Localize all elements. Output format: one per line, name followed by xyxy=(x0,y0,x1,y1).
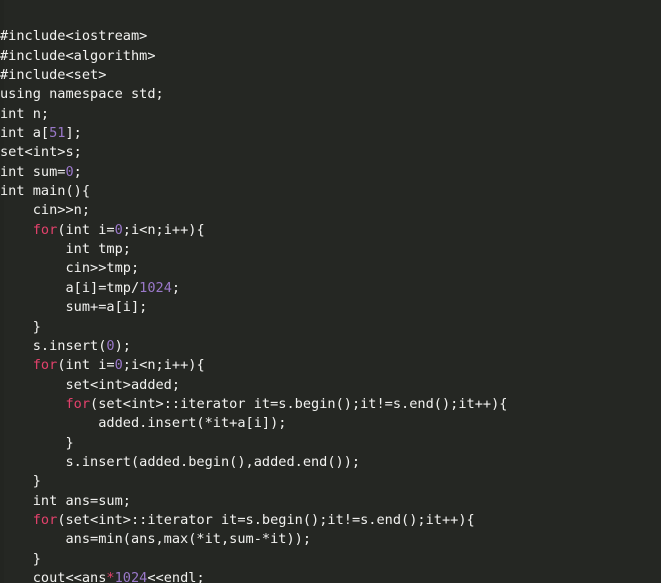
code-token-plain: (int i= xyxy=(57,221,115,238)
code-line: cin>>n; xyxy=(0,201,661,220)
code-content[interactable]: #include<iostream> #include<algorithm> #in… xyxy=(0,9,661,583)
code-token-plain: cin>>n; xyxy=(0,202,91,219)
code-token-number: 1024 xyxy=(114,569,148,583)
code-token-plain: } xyxy=(0,473,41,490)
code-token-plain: (set<int>::iterator it=s.begin();it!=s.e… xyxy=(90,395,508,412)
code-line: #include<set> xyxy=(0,66,661,85)
code-token-plain: #include<iostream> xyxy=(0,28,148,45)
code-token-keyword: for xyxy=(32,221,58,238)
code-token-plain: (set<int>::iterator it=s.begin();it!=s.e… xyxy=(57,511,475,528)
code-token-plain: #include<set> xyxy=(0,67,107,84)
code-token-plain: added.insert(*it+a[i]); xyxy=(0,415,287,432)
code-line: int n; xyxy=(0,105,661,124)
code-line: int main(){ xyxy=(0,182,661,201)
code-token-plain: int n; xyxy=(0,105,50,122)
code-line: sum+=a[i]; xyxy=(0,298,661,317)
code-token-plain: int main(){ xyxy=(0,183,91,200)
code-line: } xyxy=(0,472,661,491)
code-line: } xyxy=(0,434,661,453)
code-token-plain: s.insert( xyxy=(0,337,107,354)
code-token-plain: <<endl; xyxy=(147,569,205,583)
code-line: s.insert(0); xyxy=(0,337,661,356)
code-token-plain: using namespace std; xyxy=(0,86,164,103)
code-line: #include<iostream> xyxy=(0,27,661,46)
code-token-number: 51 xyxy=(49,125,66,142)
code-line: a[i]=tmp/1024; xyxy=(0,279,661,298)
code-token-plain: int ans=sum; xyxy=(0,492,131,509)
code-token-plain: (int i= xyxy=(57,357,115,374)
code-token-plain: int sum= xyxy=(0,163,66,180)
code-line: added.insert(*it+a[i]); xyxy=(0,414,661,433)
code-line: for(int i=0;i<n;i++){ xyxy=(0,221,661,240)
code-line: for(set<int>::iterator it=s.begin();it!=… xyxy=(0,511,661,530)
code-line: ans=min(ans,max(*it,sum-*it)); xyxy=(0,530,661,549)
code-line: for(set<int>::iterator it=s.begin();it!=… xyxy=(0,395,661,414)
code-token-plain: set<int>added; xyxy=(0,376,181,393)
code-line: using namespace std; xyxy=(0,85,661,104)
code-line: s.insert(added.begin(),added.end()); xyxy=(0,453,661,472)
code-token-plain: ;i<n;i++){ xyxy=(122,357,205,374)
code-token-plain: } xyxy=(0,434,74,451)
code-token-plain: int tmp; xyxy=(0,241,131,258)
code-token-plain: ;i<n;i++){ xyxy=(122,221,205,238)
code-token-plain: int a[ xyxy=(0,125,50,142)
code-token-plain: sum+=a[i]; xyxy=(0,299,148,316)
code-token-plain: ; xyxy=(73,163,82,180)
code-token-plain: #include<algorithm> xyxy=(0,47,156,64)
code-token-plain: ans=min(ans,max(*it,sum-*it)); xyxy=(0,531,311,548)
code-token-keyword: for xyxy=(32,511,58,528)
code-token-plain: ); xyxy=(114,337,131,354)
code-token-plain: } xyxy=(0,318,41,335)
code-token-plain: a[i]=tmp/ xyxy=(0,279,140,296)
code-token-plain: cin>>tmp; xyxy=(0,260,140,277)
code-token-number: 0 xyxy=(106,337,115,354)
code-line: int ans=sum; xyxy=(0,492,661,511)
code-token-op-hl: * xyxy=(106,569,115,583)
code-token-keyword: for xyxy=(32,357,58,374)
code-token-number: 0 xyxy=(65,163,74,180)
code-line: cout<<ans*1024<<endl; xyxy=(0,569,661,583)
code-line: } xyxy=(0,550,661,569)
code-token-plain: } xyxy=(0,550,41,567)
code-token-plain: s.insert(added.begin(),added.end()); xyxy=(0,453,361,470)
code-line: set<int>s; xyxy=(0,143,661,162)
code-token-number: 0 xyxy=(114,221,123,238)
code-line: for(int i=0;i<n;i++){ xyxy=(0,356,661,375)
code-token-plain: ]; xyxy=(65,125,82,142)
code-token-number: 0 xyxy=(114,357,123,374)
code-line: cin>>tmp; xyxy=(0,259,661,278)
code-line: int a[51]; xyxy=(0,124,661,143)
code-token-number: 1024 xyxy=(139,279,172,296)
code-line: #include<algorithm> xyxy=(0,47,661,66)
code-line: int sum=0; xyxy=(0,163,661,182)
code-token-plain: cout<<ans xyxy=(0,569,107,583)
code-token-plain: ; xyxy=(171,279,181,296)
code-token-plain: set<int>s; xyxy=(0,144,82,161)
code-token-keyword: for xyxy=(65,395,91,412)
code-line: set<int>added; xyxy=(0,376,661,395)
code-line: } xyxy=(0,318,661,337)
code-viewer[interactable]: #include<iostream> #include<algorithm> #in… xyxy=(0,0,661,583)
code-line: int tmp; xyxy=(0,240,661,259)
